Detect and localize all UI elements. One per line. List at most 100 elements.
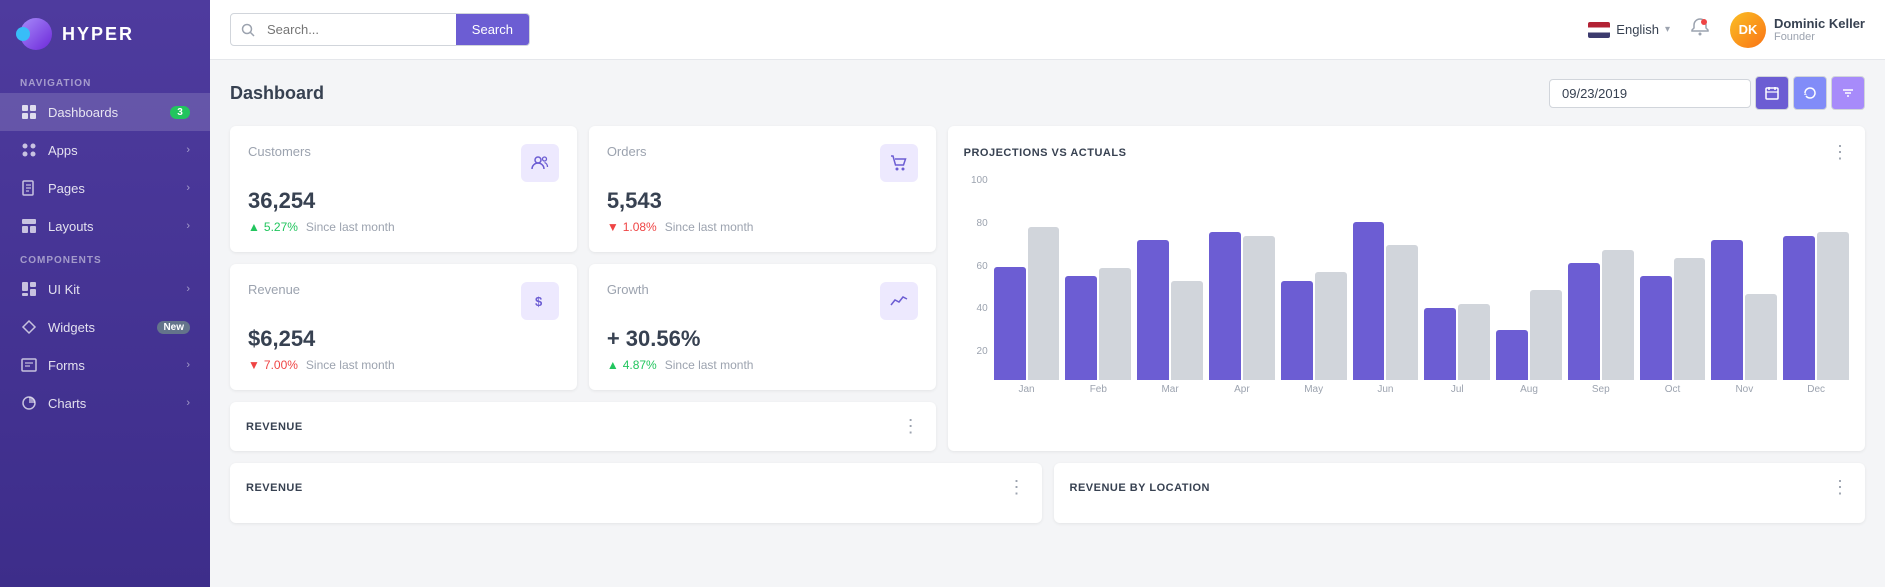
- bar-group: [1065, 268, 1131, 380]
- bar-group: [1137, 240, 1203, 380]
- customers-card: Customers 36,254 ▲ 5.27% Since last mont…: [230, 126, 577, 252]
- revenue-location-card: REVENUE BY LOCATION ⋮: [1054, 463, 1866, 523]
- bar-secondary: [1602, 250, 1634, 380]
- sidebar-item-forms[interactable]: Forms ›: [0, 346, 210, 384]
- charts-icon: [20, 394, 38, 412]
- bar-month-label: Dec: [1783, 384, 1849, 395]
- revenue-bottom-card: REVENUE ⋮: [230, 463, 1042, 523]
- sidebar-item-layouts[interactable]: Layouts ›: [0, 207, 210, 245]
- revenue-section-card: REVENUE ⋮: [230, 402, 936, 451]
- sidebar-item-apps[interactable]: Apps ›: [0, 131, 210, 169]
- refresh-icon: [1803, 86, 1817, 100]
- orders-icon: [880, 144, 918, 182]
- revenue-change-pct: 7.00%: [264, 358, 298, 372]
- sidebar-item-ui-kit[interactable]: UI Kit ›: [0, 270, 210, 308]
- widgets-icon: [20, 318, 38, 336]
- revenue-label: Revenue: [248, 282, 300, 297]
- bar-month-label: May: [1281, 384, 1347, 395]
- topbar: Search English ▾ DK Dominic Keller Found…: [210, 0, 1885, 60]
- growth-since: Since last month: [665, 358, 754, 372]
- growth-change-pct: 4.87%: [623, 358, 657, 372]
- customers-since: Since last month: [306, 220, 395, 234]
- projections-menu-button[interactable]: ⋮: [1831, 142, 1849, 163]
- sidebar-item-pages[interactable]: Pages ›: [0, 169, 210, 207]
- sidebar-item-charts[interactable]: Charts ›: [0, 384, 210, 422]
- content-area: Dashboard: [210, 60, 1885, 587]
- y-label-20: 20: [964, 346, 988, 357]
- bar-month-label: Apr: [1209, 384, 1275, 395]
- orders-value: 5,543: [607, 188, 918, 214]
- date-controls: [1549, 76, 1865, 110]
- search-icon: [241, 23, 255, 37]
- refresh-button[interactable]: [1793, 76, 1827, 110]
- revenue-menu-button[interactable]: ⋮: [902, 416, 920, 437]
- bar-secondary: [1458, 304, 1490, 380]
- user-role: Founder: [1774, 31, 1865, 43]
- bar-primary: [994, 267, 1026, 380]
- bar-primary: [1496, 330, 1528, 380]
- bar-secondary: [1243, 236, 1275, 380]
- bar-primary: [1281, 281, 1313, 380]
- search-container: Search: [230, 13, 530, 46]
- bar-group: [1281, 272, 1347, 380]
- revenue-location-menu-button[interactable]: ⋮: [1831, 477, 1849, 498]
- revenue-bottom-menu-button[interactable]: ⋮: [1008, 477, 1026, 498]
- revenue-section-title: REVENUE: [246, 421, 303, 433]
- sidebar-logo: HYPER: [0, 0, 210, 68]
- sidebar-item-widgets[interactable]: Widgets New: [0, 308, 210, 346]
- bar-primary: [1065, 276, 1097, 380]
- bar-primary: [1137, 240, 1169, 380]
- bar-month-label: Jun: [1353, 384, 1419, 395]
- sidebar-apps-label: Apps: [48, 143, 78, 158]
- avatar: DK: [1730, 12, 1766, 48]
- date-input[interactable]: [1549, 79, 1751, 108]
- sidebar-layouts-label: Layouts: [48, 219, 94, 234]
- bar-group: [1640, 258, 1706, 380]
- sidebar: HYPER NAVIGATION Dashboards 3 Apps › Pag…: [0, 0, 210, 587]
- filter-button[interactable]: [1831, 76, 1865, 110]
- growth-up-arrow-icon: ▲: [607, 358, 619, 372]
- sidebar-dashboards-label: Dashboards: [48, 105, 118, 120]
- bar-primary: [1568, 263, 1600, 380]
- y-label-80: 80: [964, 218, 988, 229]
- logo-text: HYPER: [62, 24, 134, 45]
- widgets-badge: New: [157, 321, 190, 334]
- filter-icon: [1841, 86, 1855, 100]
- bar-primary: [1783, 236, 1815, 380]
- user-menu[interactable]: DK Dominic Keller Founder: [1730, 12, 1865, 48]
- content-header: Dashboard: [230, 76, 1865, 110]
- language-label: English: [1616, 22, 1659, 37]
- sidebar-widgets-label: Widgets: [48, 320, 95, 335]
- bar-group: [1711, 240, 1777, 380]
- notifications-button[interactable]: [1690, 17, 1710, 42]
- orders-since: Since last month: [665, 220, 754, 234]
- bar-primary: [1424, 308, 1456, 380]
- up-arrow-icon: ▲: [248, 220, 260, 234]
- user-name: Dominic Keller: [1774, 16, 1865, 31]
- orders-change-pct: 1.08%: [623, 220, 657, 234]
- down-arrow-icon: ▼: [607, 220, 619, 234]
- language-selector[interactable]: English ▾: [1588, 22, 1670, 38]
- flag-icon: [1588, 22, 1610, 38]
- bar-group: [1496, 290, 1562, 380]
- calendar-button[interactable]: [1755, 76, 1789, 110]
- revenue-bottom-title: REVENUE: [246, 482, 303, 494]
- bar-secondary: [1817, 232, 1849, 380]
- search-input[interactable]: [255, 14, 456, 45]
- bar-month-label: Oct: [1640, 384, 1706, 395]
- revenue-down-arrow-icon: ▼: [248, 358, 260, 372]
- bar-secondary: [1386, 245, 1418, 380]
- bar-secondary: [1171, 281, 1203, 380]
- bar-group: [1353, 222, 1419, 380]
- calendar-icon: [1765, 86, 1779, 100]
- search-button[interactable]: Search: [456, 14, 529, 45]
- bar-primary: [1209, 232, 1241, 380]
- bar-month-label: Nov: [1711, 384, 1777, 395]
- customers-label: Customers: [248, 144, 311, 159]
- bar-secondary: [1745, 294, 1777, 380]
- pages-icon: [20, 179, 38, 197]
- sidebar-item-dashboards[interactable]: Dashboards 3: [0, 93, 210, 131]
- bar-month-label: Feb: [1065, 384, 1131, 395]
- forms-chevron-icon: ›: [186, 359, 190, 371]
- revenue-since: Since last month: [306, 358, 395, 372]
